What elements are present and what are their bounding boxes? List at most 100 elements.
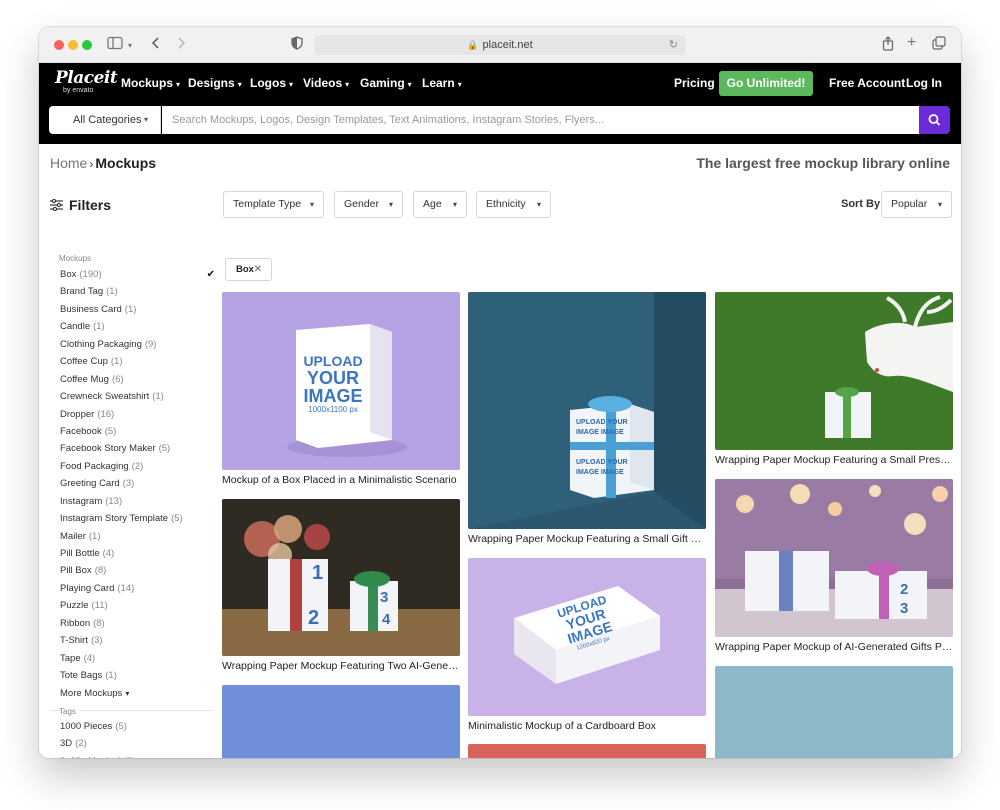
filter-item[interactable]: Box (190) ✔ bbox=[60, 266, 215, 283]
card-thumbnail[interactable]: UPLOAD YOUR IMAGE IMAGE UPLOAD YOUR IMAG… bbox=[468, 292, 706, 529]
chevron-down-icon: ▾ bbox=[536, 200, 541, 209]
reload-icon[interactable]: ↻ bbox=[669, 35, 678, 55]
sidebar-toggle-icon[interactable] bbox=[107, 36, 123, 54]
more-mockups-link[interactable]: More Mockups ▾ bbox=[60, 685, 215, 702]
address-bar[interactable]: 🔒 placeit.net ↻ bbox=[314, 35, 686, 55]
search-input[interactable] bbox=[162, 106, 919, 134]
nav-videos[interactable]: Videos ▾ bbox=[303, 63, 349, 104]
forward-arrow-icon[interactable] bbox=[176, 36, 186, 54]
mockup-card[interactable]: 2 3 Wrapping Paper Mockup of AI-Generate… bbox=[715, 479, 953, 654]
filter-item[interactable]: Greeting Card (3) bbox=[60, 475, 215, 492]
filter-item[interactable]: Tote Bags (1) bbox=[60, 667, 215, 684]
free-account-link[interactable]: Free Account bbox=[829, 63, 905, 104]
filter-item-label: Ribbon bbox=[60, 617, 91, 629]
card-thumbnail[interactable] bbox=[468, 744, 706, 758]
filter-item[interactable]: Food Packaging (2) bbox=[60, 458, 215, 475]
ethnicity-dropdown[interactable]: Ethnicity ▾ bbox=[476, 191, 551, 218]
mockup-card[interactable] bbox=[222, 685, 460, 758]
card-thumbnail[interactable]: 2 3 bbox=[715, 479, 953, 637]
card-title[interactable]: Wrapping Paper Mockup of AI-Generated Gi… bbox=[715, 641, 953, 654]
filter-item[interactable]: Pill Bottle (4) bbox=[60, 545, 215, 562]
filter-item[interactable]: T-Shirt (3) bbox=[60, 632, 215, 649]
nav-mockups[interactable]: Mockups ▾ bbox=[121, 63, 180, 104]
nav-designs[interactable]: Designs ▾ bbox=[188, 63, 242, 104]
mockup-card[interactable]: 1 2 3 4 Wrapping Paper Mockup Featuring … bbox=[222, 499, 460, 673]
card-thumbnail[interactable] bbox=[715, 292, 953, 450]
url-text: placeit.net bbox=[482, 39, 533, 51]
tag-item[interactable]: 3D (2) bbox=[60, 735, 215, 752]
nav-gaming[interactable]: Gaming ▾ bbox=[360, 63, 412, 104]
breadcrumb-home[interactable]: Home bbox=[50, 155, 87, 171]
new-tab-icon[interactable]: + bbox=[907, 34, 916, 52]
close-window-button[interactable] bbox=[54, 40, 64, 50]
filter-item[interactable]: Clothing Packaging (9) bbox=[60, 336, 215, 353]
filter-item[interactable]: Instagram Story Template (5) bbox=[60, 510, 215, 527]
filter-item[interactable]: Tape (4) bbox=[60, 650, 215, 667]
filter-item[interactable]: Puzzle (11) bbox=[60, 597, 215, 614]
card-title[interactable]: Mockup of a Box Placed in a Minimalistic… bbox=[222, 474, 460, 487]
card-title[interactable]: Minimalistic Mockup of a Cardboard Box bbox=[468, 720, 706, 733]
tag-item[interactable]: 1000 Pieces (5) bbox=[60, 718, 215, 735]
sort-dropdown[interactable]: Popular ▾ bbox=[881, 191, 952, 218]
filter-item[interactable]: Coffee Cup (1) bbox=[60, 353, 215, 370]
nav-pricing[interactable]: Pricing bbox=[674, 63, 715, 104]
card-thumbnail[interactable]: 1 2 3 4 bbox=[222, 499, 460, 656]
filter-item-label: Box bbox=[60, 269, 77, 280]
zoom-window-button[interactable] bbox=[82, 40, 92, 50]
card-thumbnail[interactable] bbox=[222, 685, 460, 758]
filter-item[interactable]: Playing Card (14) bbox=[60, 580, 215, 597]
placeit-logo[interactable]: Placeit by envato bbox=[55, 69, 118, 99]
mockup-card[interactable]: Wrapping Paper Mockup Featuring a Small … bbox=[715, 292, 953, 467]
filter-item[interactable]: Dropper (16) bbox=[60, 406, 215, 423]
filter-item-count: (1) bbox=[110, 356, 123, 368]
filter-item[interactable]: Candle (1) bbox=[60, 318, 215, 335]
filter-item[interactable]: Coffee Mug (6) bbox=[60, 371, 215, 388]
mockup-card[interactable] bbox=[468, 744, 706, 758]
mockup-card[interactable]: UPLOAD YOUR IMAGE IMAGE UPLOAD YOUR IMAG… bbox=[468, 292, 706, 546]
filter-item[interactable]: Facebook (5) bbox=[60, 423, 215, 440]
gender-dropdown[interactable]: Gender ▾ bbox=[334, 191, 403, 218]
filter-item[interactable]: Instagram (13) bbox=[60, 493, 215, 510]
card-thumbnail[interactable]: UPLOAD YOUR IMAGE 1000x1100 px bbox=[222, 292, 460, 470]
category-select[interactable]: All Categories ▾ bbox=[49, 106, 161, 134]
mockup-card[interactable]: UPLOAD YOUR IMAGE 1200x820 px Minimalist… bbox=[468, 558, 706, 733]
filter-item[interactable]: Business Card (1) bbox=[60, 301, 215, 318]
age-dropdown[interactable]: Age ▾ bbox=[413, 191, 467, 218]
main-content: Home › Mockups The largest free mockup lib… bbox=[39, 144, 961, 758]
svg-text:3: 3 bbox=[900, 600, 908, 617]
shield-icon[interactable] bbox=[291, 36, 303, 54]
filter-item-count: (5) bbox=[171, 513, 183, 525]
active-filter-chip[interactable]: Box ✕ bbox=[225, 258, 272, 281]
tab-overview-icon[interactable] bbox=[932, 36, 946, 54]
filter-item[interactable]: Pill Box (8) bbox=[60, 562, 215, 579]
back-arrow-icon[interactable] bbox=[151, 36, 161, 54]
card-title[interactable]: Wrapping Paper Mockup Featuring a Small … bbox=[468, 533, 706, 546]
template-type-dropdown[interactable]: Template Type ▾ bbox=[223, 191, 324, 218]
search-button[interactable] bbox=[919, 106, 950, 134]
chevron-down-icon[interactable]: ▾ bbox=[128, 37, 132, 55]
filter-item[interactable]: Ribbon (8) bbox=[60, 615, 215, 632]
mockup-card[interactable] bbox=[715, 666, 953, 758]
nav-logos[interactable]: Logos ▾ bbox=[250, 63, 293, 104]
card-thumbnail[interactable]: UPLOAD YOUR IMAGE 1200x820 px bbox=[468, 558, 706, 716]
filter-item[interactable]: Mailer (1) bbox=[60, 528, 215, 545]
filter-item[interactable]: Crewneck Sweatshirt (1) bbox=[60, 388, 215, 405]
filter-item[interactable]: Brand Tag (1) bbox=[60, 283, 215, 300]
svg-text:UPLOAD YOUR: UPLOAD YOUR bbox=[576, 419, 628, 426]
filter-item[interactable]: Facebook Story Maker (5) bbox=[60, 440, 215, 457]
minimize-window-button[interactable] bbox=[68, 40, 78, 50]
card-title[interactable]: Wrapping Paper Mockup Featuring a Small … bbox=[715, 454, 953, 467]
remove-chip-icon[interactable]: ✕ bbox=[254, 259, 262, 280]
tag-item[interactable]: 9x16 - Vertical(5) bbox=[60, 753, 215, 758]
sort-value: Popular bbox=[891, 198, 928, 210]
nav-learn[interactable]: Learn ▾ bbox=[422, 63, 462, 104]
filter-item-label: Instagram bbox=[60, 495, 103, 507]
go-unlimited-button[interactable]: Go Unlimited! bbox=[719, 71, 813, 96]
mockup-card[interactable]: UPLOAD YOUR IMAGE 1000x1100 px Mockup of… bbox=[222, 292, 460, 487]
share-icon[interactable] bbox=[882, 36, 894, 55]
filter-item-label: Instagram Story Template bbox=[60, 513, 169, 525]
card-title[interactable]: Wrapping Paper Mockup Featuring Two AI-G… bbox=[222, 660, 460, 673]
card-thumbnail[interactable] bbox=[715, 666, 953, 758]
login-link[interactable]: Log In bbox=[906, 63, 942, 104]
sort-by-label: Sort By bbox=[841, 198, 881, 210]
